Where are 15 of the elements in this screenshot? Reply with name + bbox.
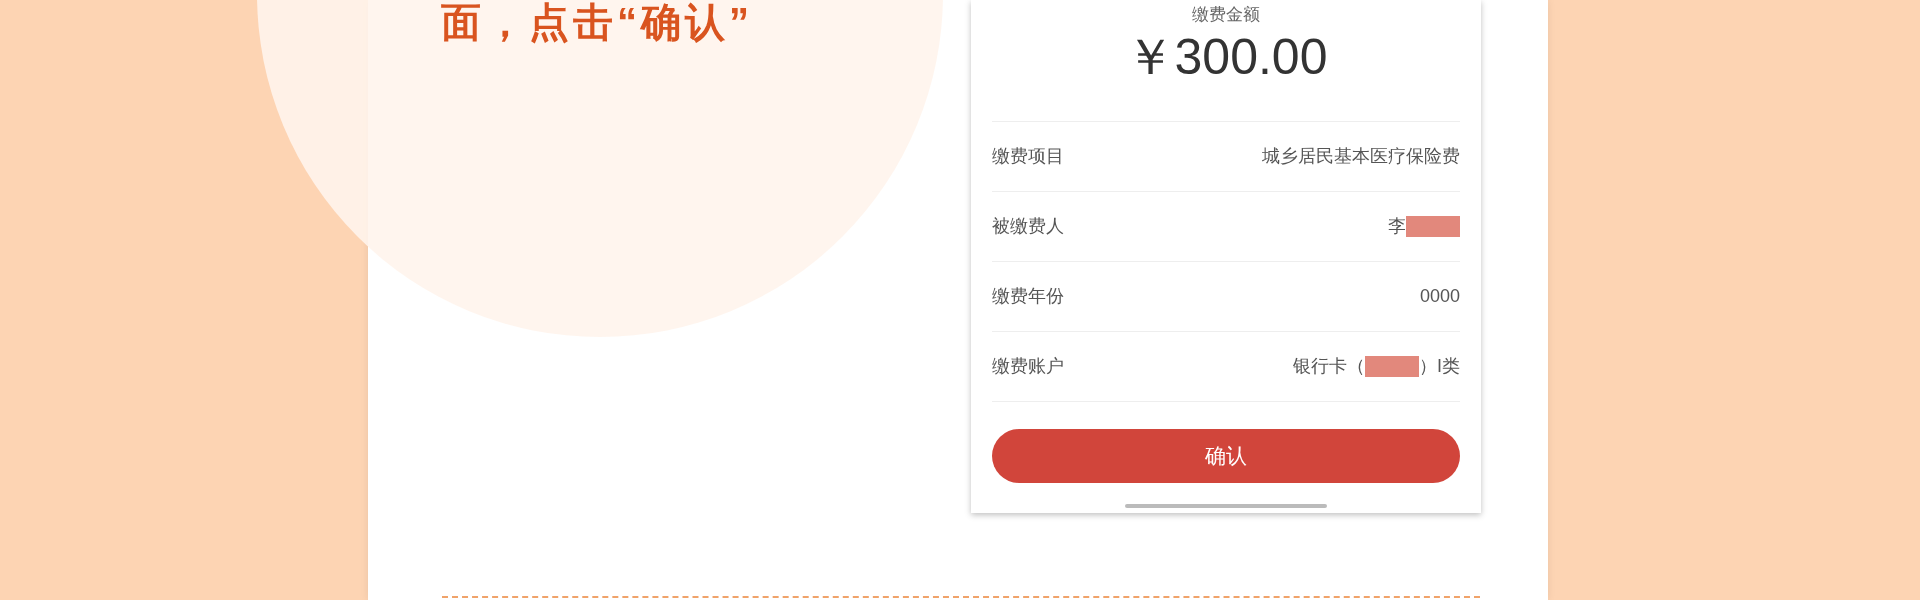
row-value: ）I类 [1419,355,1460,378]
row-value: 银行卡（ [1293,355,1365,378]
heading: 面，点击“确认” [441,0,753,44]
row-value: 城乡居民基本医疗保险费 [1262,145,1460,168]
row-label: 缴费项目 [992,145,1064,168]
row-value: 李 [1388,215,1406,238]
amount-label: 缴费金额 [1192,4,1260,26]
amount: ￥300.00 [1124,29,1328,85]
redaction-block [1406,216,1460,237]
row-label: 被缴费人 [992,215,1064,238]
confirm-button[interactable]: 确认 [992,429,1460,483]
row-label: 缴费账户 [992,355,1064,378]
redaction-block [1365,356,1419,377]
row-label: 缴费年份 [992,285,1064,308]
row-value: 0000 [1419,285,1460,308]
